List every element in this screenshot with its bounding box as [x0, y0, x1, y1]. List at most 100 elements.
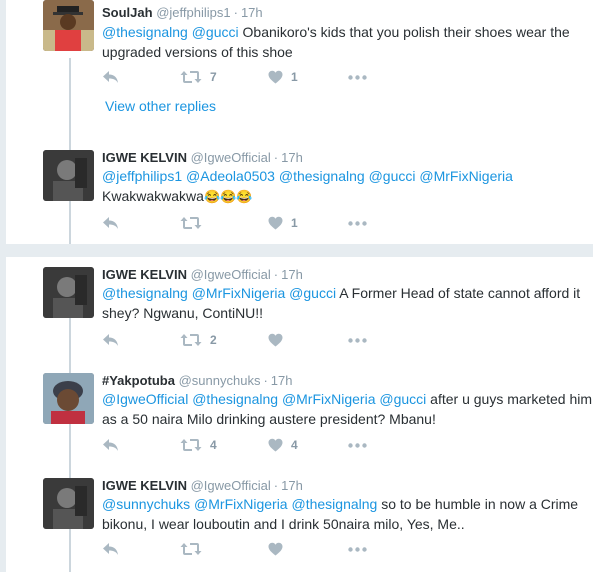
mention-link[interactable]: @thesignalng [292, 496, 378, 512]
handle[interactable]: @IgweOfficial [191, 267, 271, 282]
reply-button[interactable] [102, 215, 119, 231]
view-other-replies-link[interactable]: View other replies [105, 98, 216, 114]
retweet-button[interactable]: 4 [180, 437, 217, 453]
reply-arrow-icon [102, 542, 119, 556]
more-button[interactable] [348, 215, 367, 231]
timestamp[interactable]: 17h [271, 373, 293, 388]
handle[interactable]: @jeffphilips1 [156, 5, 230, 20]
mention-link[interactable]: @thesignalng [279, 168, 365, 184]
reply-button[interactable] [102, 69, 119, 85]
text-segment: Obanikoro's kids that you polish their s… [238, 24, 570, 40]
retweet-count: 7 [210, 70, 217, 84]
separator-dot: · [273, 150, 279, 165]
retweet-button[interactable]: 7 [180, 69, 217, 85]
emoji: 😂😂😂 [203, 189, 253, 204]
avatar[interactable] [43, 478, 94, 529]
mention-link[interactable]: @thesignalng [192, 391, 278, 407]
display-name[interactable]: IGWE KELVIN [102, 478, 187, 493]
handle[interactable]: @sunnychuks [179, 373, 261, 388]
mention-link[interactable]: @thesignalng [102, 285, 188, 301]
retweet-count: 4 [210, 438, 217, 452]
mention-link[interactable]: @sunnychuks [102, 496, 190, 512]
like-button[interactable] [268, 332, 291, 348]
like-button[interactable] [268, 541, 291, 557]
mention-link[interactable]: @MrFixNigeria [282, 391, 376, 407]
like-button[interactable]: 4 [268, 437, 298, 453]
like-count: 4 [291, 438, 298, 452]
avatar[interactable] [43, 373, 94, 424]
thread-line [69, 315, 71, 572]
mention-link[interactable]: @Adeola0503 [186, 168, 275, 184]
more-button[interactable] [348, 541, 367, 557]
tweet-text-line: upgraded versions of this shoe [102, 42, 593, 62]
retweet-icon [180, 216, 202, 230]
tweet-text: @jeffphilips1 @Adeola0503 @thesignalng @… [102, 166, 593, 207]
reply-button[interactable] [102, 437, 119, 453]
avatar[interactable] [43, 267, 94, 318]
text-segment: as a 50 naira Milo drinking austere pres… [102, 411, 436, 427]
heart-icon [268, 438, 283, 452]
more-button[interactable] [348, 332, 367, 348]
retweet-icon [180, 542, 202, 556]
display-name[interactable]: #Yakpotuba [102, 373, 175, 388]
like-button[interactable]: 1 [268, 69, 298, 85]
mention-link[interactable]: @MrFixNigeria [192, 285, 286, 301]
separator-dot: · [263, 373, 268, 388]
mention-link[interactable]: @thesignalng [102, 24, 188, 40]
like-count: 1 [291, 216, 298, 230]
reply-arrow-icon [102, 70, 119, 84]
display-name[interactable]: IGWE KELVIN [102, 150, 187, 165]
more-dots-icon [348, 74, 367, 80]
more-dots-icon [348, 220, 367, 226]
mention-link[interactable]: @gucci [192, 24, 239, 40]
reply-arrow-icon [102, 438, 119, 452]
more-button[interactable] [348, 69, 367, 85]
mention-link[interactable]: @MrFixNigeria [419, 168, 513, 184]
timestamp[interactable]: 17h [281, 150, 303, 165]
like-button[interactable]: 1 [268, 215, 298, 231]
tweet-text-line: @IgweOfficial @thesignalng @MrFixNigeria… [102, 389, 593, 409]
avatar[interactable] [43, 150, 94, 201]
mention-link[interactable]: @jeffphilips1 [102, 168, 182, 184]
text-segment: upgraded versions of this shoe [102, 44, 293, 60]
mention-link[interactable]: @gucci [369, 168, 416, 184]
retweet-button[interactable]: 2 [180, 332, 217, 348]
separator-dot: · [233, 5, 238, 20]
text-segment: after u guys marketed him [426, 391, 593, 407]
text-segment: Kwakwakwakwa [102, 188, 204, 204]
handle[interactable]: @IgweOfficial [191, 150, 271, 165]
separator-dot: · [273, 267, 279, 282]
timestamp[interactable]: 17h [281, 478, 303, 493]
tweet-text: @thesignalng @MrFixNigeria @gucci A Form… [102, 283, 593, 323]
retweet-icon [180, 70, 202, 84]
tweet-text-line: @sunnychuks @MrFixNigeria @thesignalng s… [102, 494, 593, 514]
text-segment: so to be humble in now a Crime [377, 496, 579, 512]
heart-icon [268, 216, 283, 230]
more-button[interactable] [348, 437, 367, 453]
mention-link[interactable]: @gucci [379, 391, 426, 407]
tweet-text: @thesignalng @gucci Obanikoro's kids tha… [102, 22, 593, 62]
avatar[interactable] [43, 0, 94, 51]
mention-link[interactable]: @IgweOfficial [102, 391, 188, 407]
retweet-button[interactable] [180, 541, 210, 557]
mention-link[interactable]: @MrFixNigeria [194, 496, 288, 512]
timestamp[interactable]: 17h [281, 267, 303, 282]
conversation-panel-2: IGWE KELVIN @IgweOfficial · 17h @thesignal… [6, 257, 593, 572]
more-dots-icon [348, 337, 367, 343]
reply-button[interactable] [102, 332, 119, 348]
heart-icon [268, 70, 283, 84]
retweet-count: 2 [210, 333, 217, 347]
tweet-text-line: Kwakwakwakwa😂😂😂 [102, 186, 593, 207]
conversation-panel-1: SoulJah @jeffphilips1 · 17h @thesignalng @… [6, 0, 593, 244]
reply-button[interactable] [102, 541, 119, 557]
timestamp[interactable]: 17h [241, 5, 263, 20]
tweet-text: @sunnychuks @MrFixNigeria @thesignalng s… [102, 494, 593, 534]
retweet-button[interactable] [180, 215, 210, 231]
handle[interactable]: @IgweOfficial [191, 478, 271, 493]
more-dots-icon [348, 442, 367, 448]
display-name[interactable]: SoulJah [102, 5, 153, 20]
reply-arrow-icon [102, 216, 119, 230]
tweet-text-line: @jeffphilips1 @Adeola0503 @thesignalng @… [102, 166, 593, 186]
display-name[interactable]: IGWE KELVIN [102, 267, 187, 282]
mention-link[interactable]: @gucci [289, 285, 336, 301]
